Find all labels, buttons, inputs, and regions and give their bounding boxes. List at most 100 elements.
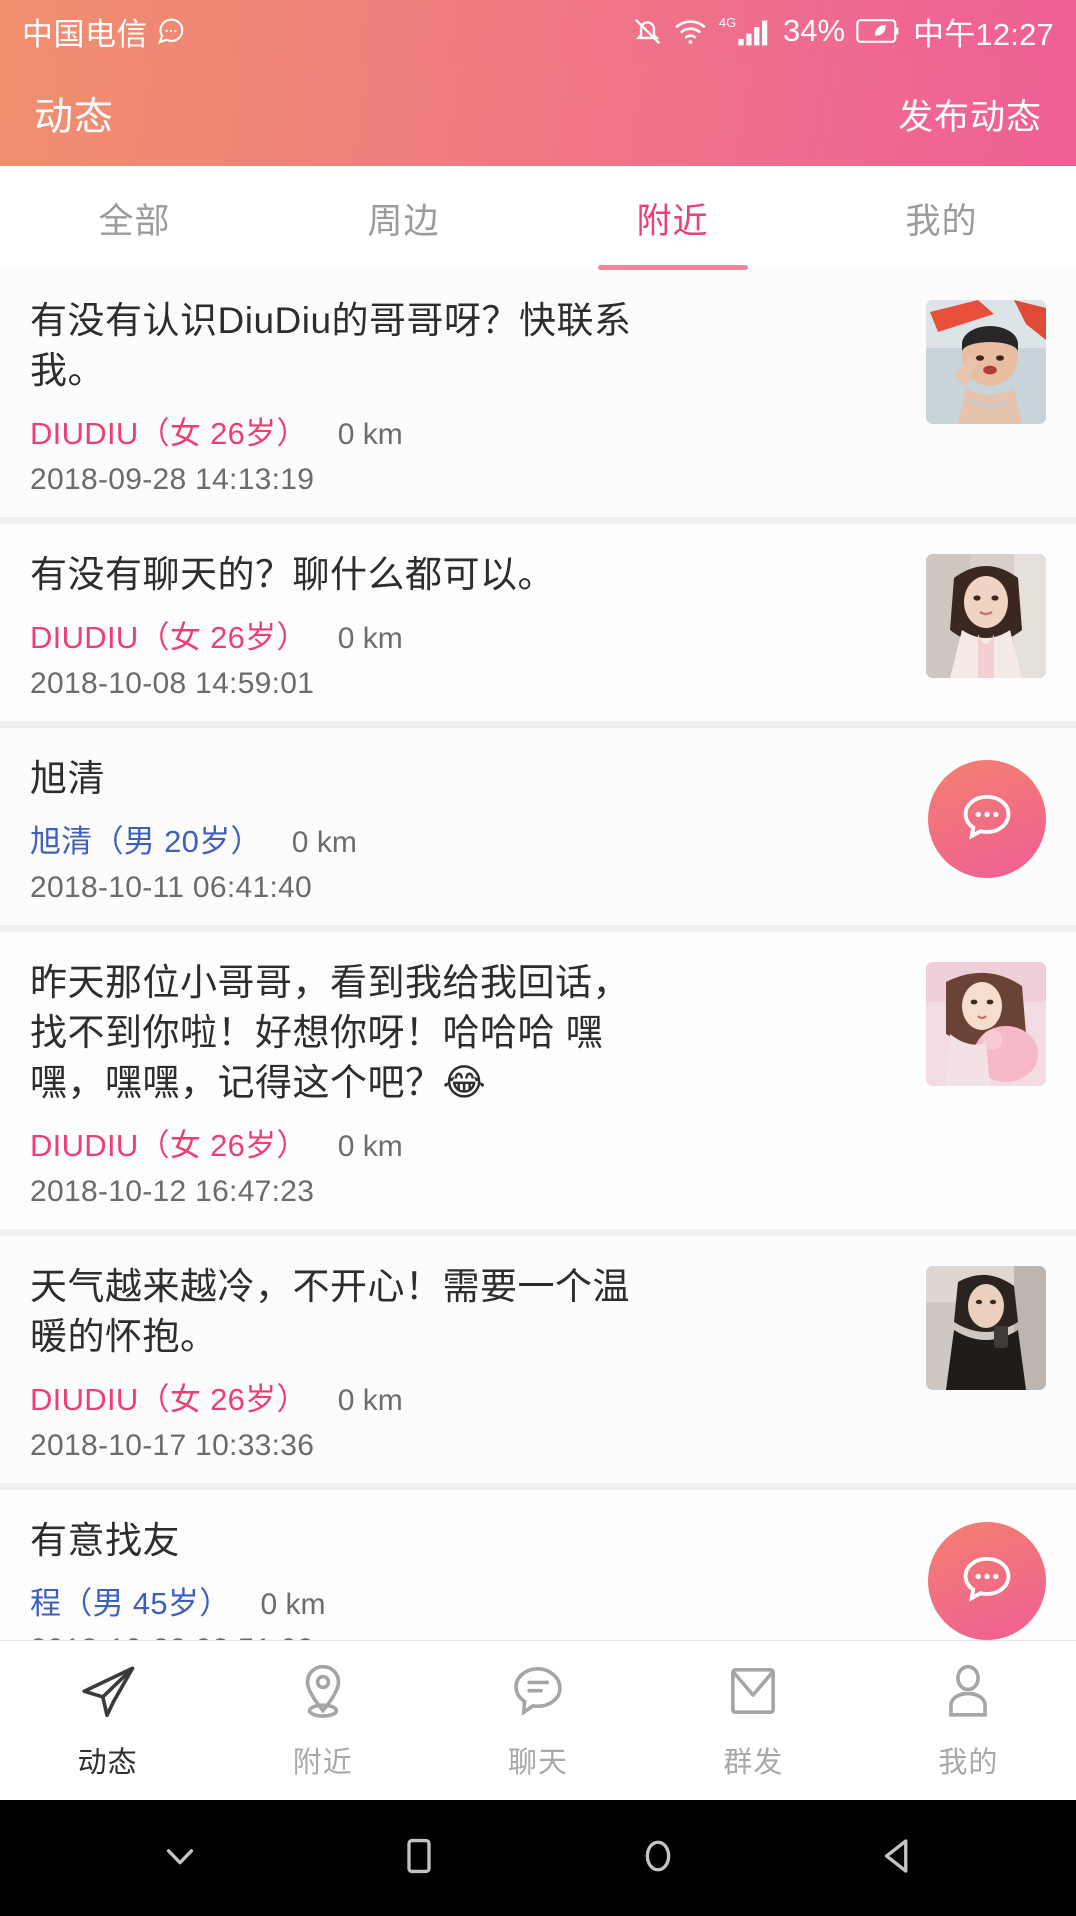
- post-text: 旭清: [30, 758, 105, 799]
- person-icon: [937, 1660, 999, 1727]
- android-navigation-bar: [0, 1800, 1076, 1916]
- tab-nearby[interactable]: 附近: [538, 166, 807, 270]
- post-timestamp: 2018-10-17 10:33:36: [30, 1429, 315, 1462]
- nav-item-nearby[interactable]: 附近: [215, 1660, 430, 1781]
- post-body: 有意找友 程（男 45岁） 0 km 2018-10-22 02:51:09: [30, 1516, 1046, 1640]
- tab-label: 全部: [98, 201, 171, 241]
- chat-bubble-dots-icon: [956, 786, 1018, 853]
- post-text: 昨天那位小哥哥，看到我给我回话，找不到你啦！好想你呀！哈哈哈 嘿嘿，嘿嘿，记得这…: [30, 962, 630, 1103]
- battery-saver-icon: [856, 17, 902, 45]
- hide-keyboard-icon: [155, 1831, 205, 1886]
- nav-label: 群发: [723, 1747, 784, 1779]
- post-body: 天气越来越冷，不开心！需要一个温暖的怀抱。 DIUDIU（女 26岁） 0 km…: [30, 1262, 1046, 1463]
- post-timestamp: 2018-10-22 02:51:09: [30, 1633, 908, 1640]
- carrier-label: 中国电信: [22, 16, 148, 52]
- app-header: 动态 发布动态: [0, 62, 1076, 166]
- location-pin-icon: [292, 1660, 354, 1727]
- post-author[interactable]: DIUDIU（女 26岁）: [30, 1374, 308, 1419]
- post-author[interactable]: DIUDIU（女 26岁）: [30, 1120, 308, 1165]
- nav-label: 附近: [292, 1747, 353, 1779]
- post-timestamp: 2018-10-11 06:41:40: [30, 871, 313, 904]
- app-root: 中国电信 4G 34% 中午12:27 动态 发布动态 全部 周边 附近 我的 …: [0, 0, 1076, 1916]
- post-text: 有没有聊天的？聊什么都可以。: [30, 554, 555, 595]
- page-title: 动态: [34, 96, 115, 139]
- post-content: 有没有认识DiuDiu的哥哥呀？快联系我。 DIUDIU（女 26岁） 0 km…: [30, 296, 906, 497]
- back-triangle-icon: [872, 1831, 922, 1886]
- paper-plane-icon: [77, 1660, 139, 1727]
- post-content: 有没有聊天的？聊什么都可以。 DIUDIU（女 26岁） 0 km 2018-1…: [30, 550, 906, 701]
- post-body: 有没有聊天的？聊什么都可以。 DIUDIU（女 26岁） 0 km 2018-1…: [30, 550, 1046, 701]
- nav-label: 动态: [77, 1747, 138, 1779]
- nav-label: 我的: [938, 1747, 999, 1779]
- post-thumbnail[interactable]: [926, 962, 1046, 1086]
- post-thumbnail[interactable]: [926, 554, 1046, 678]
- message-icon: [156, 16, 186, 46]
- chat-bubble-dots-icon: [956, 1548, 1018, 1615]
- post-distance: 0 km: [337, 1384, 403, 1417]
- wifi-icon: [674, 16, 707, 47]
- nav-item-chat[interactable]: 聊天: [430, 1660, 645, 1781]
- nav-label: 聊天: [508, 1747, 569, 1779]
- clock-label: 中午12:27: [913, 16, 1054, 52]
- svg-text:4G: 4G: [719, 15, 736, 30]
- tab-all[interactable]: 全部: [0, 166, 269, 270]
- recents-square-icon: [394, 1831, 444, 1886]
- tab-mine[interactable]: 我的: [807, 166, 1076, 270]
- post-meta: DIUDIU（女 26岁） 0 km: [30, 1120, 906, 1165]
- post-thumbnail[interactable]: [926, 300, 1046, 424]
- tab-label: 附近: [636, 201, 709, 241]
- recents-button[interactable]: [359, 1800, 479, 1916]
- post-timestamp: 2018-10-08 14:59:01: [30, 667, 315, 700]
- post-body: 昨天那位小哥哥，看到我给我回话，找不到你啦！好想你呀！哈哈哈 嘿嘿，嘿嘿，记得这…: [30, 958, 1046, 1209]
- post-item[interactable]: 有没有聊天的？聊什么都可以。 DIUDIU（女 26岁） 0 km 2018-1…: [0, 524, 1076, 728]
- home-circle-icon: [633, 1831, 683, 1886]
- bottom-navigation: 动态 附近 聊天 群发 我的: [0, 1640, 1076, 1800]
- home-button[interactable]: [598, 1800, 718, 1916]
- post-distance: 0 km: [337, 1130, 403, 1163]
- tab-bar: 全部 周边 附近 我的: [0, 166, 1076, 270]
- post-feed[interactable]: 有没有认识DiuDiu的哥哥呀？快联系我。 DIUDIU（女 26岁） 0 km…: [0, 270, 1076, 1640]
- nav-item-moments[interactable]: 动态: [0, 1660, 215, 1781]
- 4g-signal-icon: 4G: [718, 14, 772, 48]
- post-item[interactable]: 天气越来越冷，不开心！需要一个温暖的怀抱。 DIUDIU（女 26岁） 0 km…: [0, 1236, 1076, 1490]
- post-item[interactable]: 有意找友 程（男 45岁） 0 km 2018-10-22 02:51:09: [0, 1490, 1076, 1640]
- nav-item-mine[interactable]: 我的: [861, 1660, 1076, 1781]
- post-item[interactable]: 昨天那位小哥哥，看到我给我回话，找不到你啦！好想你呀！哈哈哈 嘿嘿，嘿嘿，记得这…: [0, 932, 1076, 1236]
- hide-keyboard-button[interactable]: [120, 1800, 240, 1916]
- chat-bubble-icon: [507, 1660, 569, 1727]
- post-item[interactable]: 旭清 旭清（男 20岁） 0 km 2018-10-11 06:41:40: [0, 728, 1076, 932]
- chat-button[interactable]: [928, 760, 1046, 878]
- post-content: 昨天那位小哥哥，看到我给我回话，找不到你啦！好想你呀！哈哈哈 嘿嘿，嘿嘿，记得这…: [30, 958, 906, 1209]
- post-distance: 0 km: [260, 1588, 326, 1621]
- post-distance: 0 km: [337, 622, 403, 655]
- post-text: 有意找友: [30, 1520, 180, 1561]
- post-content: 旭清 旭清（男 20岁） 0 km 2018-10-11 06:41:40: [30, 754, 908, 905]
- post-author[interactable]: 程（男 45岁）: [30, 1578, 231, 1623]
- post-meta: DIUDIU（女 26岁） 0 km: [30, 1374, 906, 1419]
- status-bar-left: 中国电信: [22, 9, 186, 54]
- status-bar: 中国电信 4G 34% 中午12:27: [0, 0, 1076, 62]
- post-author[interactable]: DIUDIU（女 26岁）: [30, 408, 308, 453]
- nav-item-broadcast[interactable]: 群发: [646, 1660, 861, 1781]
- post-author[interactable]: DIUDIU（女 26岁）: [30, 612, 308, 657]
- post-text: 有没有认识DiuDiu的哥哥呀？快联系我。: [30, 300, 632, 391]
- post-distance: 0 km: [291, 826, 357, 859]
- chat-button[interactable]: [928, 1522, 1046, 1640]
- post-item[interactable]: 有没有认识DiuDiu的哥哥呀？快联系我。 DIUDIU（女 26岁） 0 km…: [0, 270, 1076, 524]
- post-body: 有没有认识DiuDiu的哥哥呀？快联系我。 DIUDIU（女 26岁） 0 km…: [30, 296, 1046, 497]
- back-button[interactable]: [837, 1800, 957, 1916]
- post-timestamp: 2018-09-28 14:13:19: [30, 463, 315, 496]
- post-text: 天气越来越冷，不开心！需要一个温暖的怀抱。: [30, 1266, 630, 1357]
- publish-post-button[interactable]: 发布动态: [898, 89, 1042, 140]
- mute-bell-icon: [632, 16, 663, 47]
- post-distance: 0 km: [337, 418, 403, 451]
- post-meta: 旭清（男 20岁） 0 km: [30, 816, 908, 861]
- post-timestamp: 2018-10-12 16:47:23: [30, 1175, 315, 1208]
- post-author[interactable]: 旭清（男 20岁）: [30, 816, 262, 861]
- tab-label: 我的: [905, 201, 978, 241]
- battery-percent-label: 34%: [782, 13, 846, 48]
- post-meta: 程（男 45岁） 0 km: [30, 1578, 908, 1623]
- post-content: 天气越来越冷，不开心！需要一个温暖的怀抱。 DIUDIU（女 26岁） 0 km…: [30, 1262, 906, 1463]
- post-thumbnail[interactable]: [926, 1266, 1046, 1390]
- tab-around[interactable]: 周边: [269, 166, 538, 270]
